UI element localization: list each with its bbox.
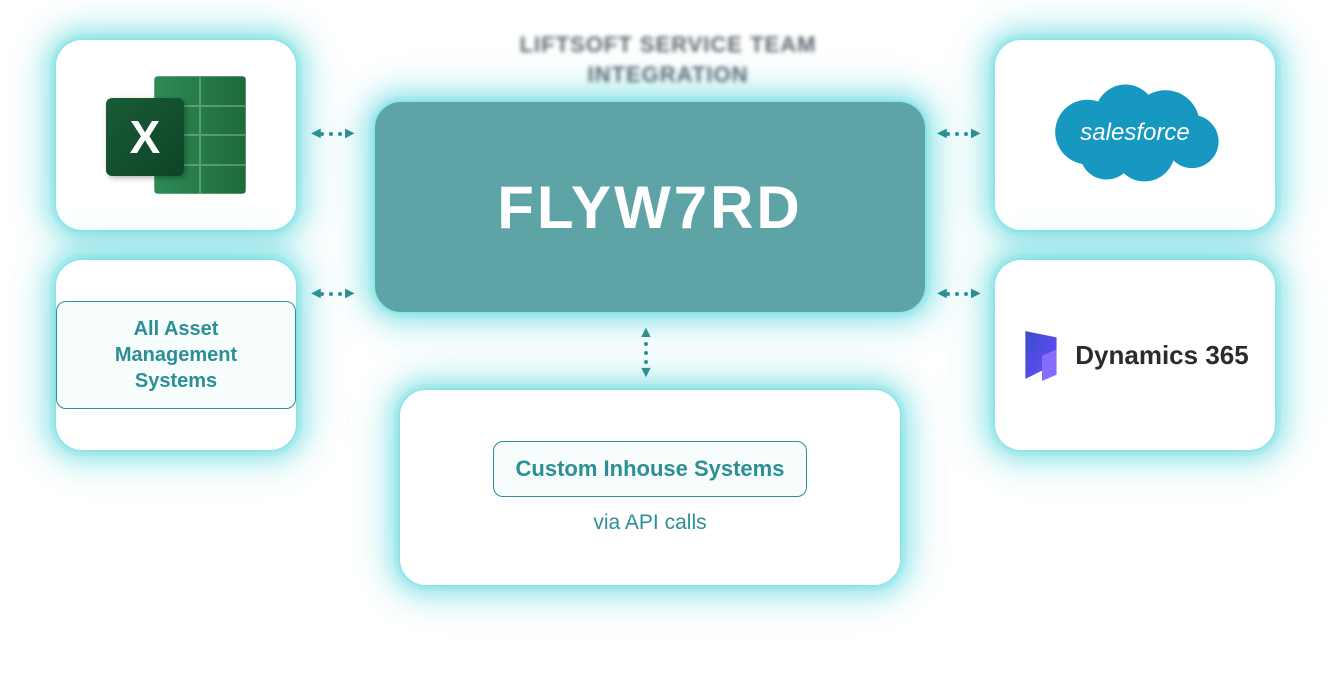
- dynamics-card: Dynamics 365: [995, 260, 1275, 450]
- salesforce-icon: salesforce: [1040, 75, 1230, 195]
- arrow-ams-icon: [308, 285, 354, 303]
- flyward-logo: FLYW7RD: [497, 173, 802, 242]
- arrow-custom-icon: [638, 324, 654, 382]
- excel-badge: X: [106, 98, 184, 176]
- salesforce-card: salesforce: [995, 40, 1275, 230]
- ams-chip: All Asset Management Systems: [56, 301, 296, 409]
- dynamics-text: Dynamics 365: [1075, 340, 1248, 371]
- dynamics-icon: [1021, 329, 1063, 381]
- diagram-title: LIFTSOFT SERVICE TEAM INTEGRATION: [520, 30, 817, 89]
- arrow-salesforce-icon: [934, 125, 980, 143]
- flyward-center-card: FLYW7RD: [375, 102, 925, 312]
- ams-card: All Asset Management Systems: [56, 260, 296, 450]
- excel-card: X: [56, 40, 296, 230]
- custom-chip: Custom Inhouse Systems: [493, 441, 808, 497]
- custom-caption: via API calls: [593, 511, 706, 535]
- salesforce-text: salesforce: [1040, 119, 1230, 147]
- arrow-excel-icon: [308, 125, 354, 143]
- arrow-dynamics-icon: [934, 285, 980, 303]
- excel-icon: X: [106, 70, 246, 200]
- custom-systems-card: Custom Inhouse Systems via API calls: [400, 390, 900, 585]
